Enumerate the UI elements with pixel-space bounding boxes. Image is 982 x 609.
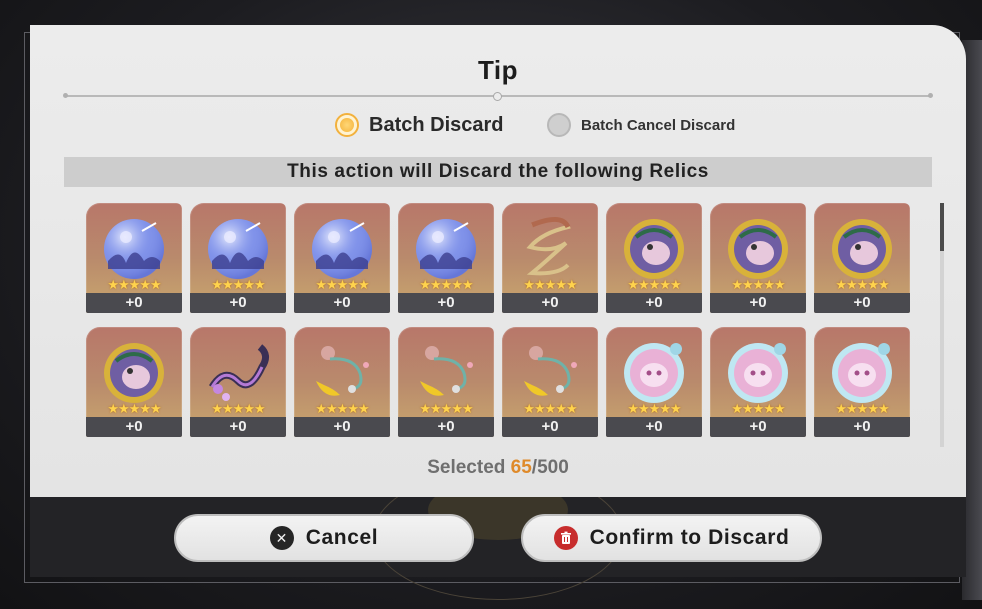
relic-card[interactable]: ★★★★★ +0	[398, 327, 494, 437]
scrollbar-thumb[interactable]	[940, 203, 944, 251]
rarity-stars: ★★★★★	[107, 401, 161, 416]
divider-ornament	[493, 92, 502, 101]
mode-selector: Batch Discard Batch Cancel Discard	[30, 113, 966, 143]
relic-card[interactable]: ★★★★★ +0	[606, 327, 702, 437]
discard-dialog: Tip Batch Discard Batch Cancel Discard T…	[30, 25, 966, 497]
relic-card[interactable]: ★★★★★ +0	[502, 203, 598, 313]
rarity-stars: ★★★★★	[835, 277, 889, 292]
selected-prefix: Selected	[427, 457, 506, 478]
selected-counter: Selected 65/500	[30, 457, 966, 479]
batch-discard-radio[interactable]: Batch Discard	[335, 113, 504, 137]
confirm-discard-button[interactable]: Confirm to Discard	[521, 514, 822, 562]
selected-total: /500	[531, 457, 569, 478]
rarity-stars: ★★★★★	[731, 277, 785, 292]
rarity-stars: ★★★★★	[835, 401, 889, 416]
relic-level: +0	[294, 293, 390, 313]
rarity-stars: ★★★★★	[627, 401, 681, 416]
relic-level: +0	[86, 417, 182, 437]
radio-selected-icon	[335, 113, 359, 137]
trash-icon	[553, 526, 578, 550]
relic-card[interactable]: ★★★★★ +0	[190, 327, 286, 437]
relic-card[interactable]: ★★★★★ +0	[294, 203, 390, 313]
relic-level: +0	[294, 417, 390, 437]
relic-level: +0	[502, 293, 598, 313]
batch-cancel-discard-label: Batch Cancel Discard	[581, 116, 736, 134]
relic-card[interactable]: ★★★★★ +0	[294, 327, 390, 437]
relic-card[interactable]: ★★★★★ +0	[398, 203, 494, 313]
relic-level: +0	[710, 417, 806, 437]
relic-card[interactable]: ★★★★★ +0	[502, 327, 598, 437]
confirm-label: Confirm to Discard	[589, 526, 790, 549]
relic-level: +0	[398, 417, 494, 437]
relic-card[interactable]: ★★★★★ +0	[86, 327, 182, 437]
relic-level: +0	[606, 417, 702, 437]
relic-level: +0	[190, 417, 286, 437]
batch-discard-label: Batch Discard	[369, 113, 504, 136]
dialog-title: Tip	[477, 55, 519, 85]
relic-card[interactable]: ★★★★★ +0	[190, 203, 286, 313]
rarity-stars: ★★★★★	[523, 401, 577, 416]
relic-level: +0	[398, 293, 494, 313]
relic-card[interactable]: ★★★★★ +0	[814, 203, 910, 313]
relic-level: +0	[502, 417, 598, 437]
relic-grid: ★★★★★ +0 ★★★★★ +0 ★★★★★ +0 ★★★★★ +0 ★★★★…	[86, 203, 916, 437]
selected-count: 65	[510, 457, 532, 478]
rarity-stars: ★★★★★	[107, 277, 161, 292]
relic-card[interactable]: ★★★★★ +0	[710, 203, 806, 313]
relic-level: +0	[86, 293, 182, 313]
close-icon: ✕	[269, 526, 294, 550]
cancel-button[interactable]: ✕ Cancel	[174, 514, 474, 562]
relic-card[interactable]: ★★★★★ +0	[606, 203, 702, 313]
rarity-stars: ★★★★★	[731, 401, 785, 416]
rarity-stars: ★★★★★	[627, 277, 681, 292]
radio-unselected-icon	[547, 113, 571, 137]
relic-card[interactable]: ★★★★★ +0	[86, 203, 182, 313]
rarity-stars: ★★★★★	[419, 401, 473, 416]
rarity-stars: ★★★★★	[211, 401, 265, 416]
rarity-stars: ★★★★★	[419, 277, 473, 292]
rarity-stars: ★★★★★	[211, 277, 265, 292]
relic-level: +0	[606, 293, 702, 313]
relic-card[interactable]: ★★★★★ +0	[710, 327, 806, 437]
discard-banner: This action will Discard the following R…	[64, 157, 932, 187]
rarity-stars: ★★★★★	[315, 277, 369, 292]
relic-level: +0	[814, 293, 910, 313]
rarity-stars: ★★★★★	[315, 401, 369, 416]
rarity-stars: ★★★★★	[523, 277, 577, 292]
relic-level: +0	[190, 293, 286, 313]
relic-scrollbar[interactable]	[940, 203, 944, 447]
relic-level: +0	[814, 417, 910, 437]
batch-cancel-discard-radio[interactable]: Batch Cancel Discard	[547, 113, 735, 137]
cancel-label: Cancel	[305, 526, 379, 549]
relic-level: +0	[710, 293, 806, 313]
relic-card[interactable]: ★★★★★ +0	[814, 327, 910, 437]
